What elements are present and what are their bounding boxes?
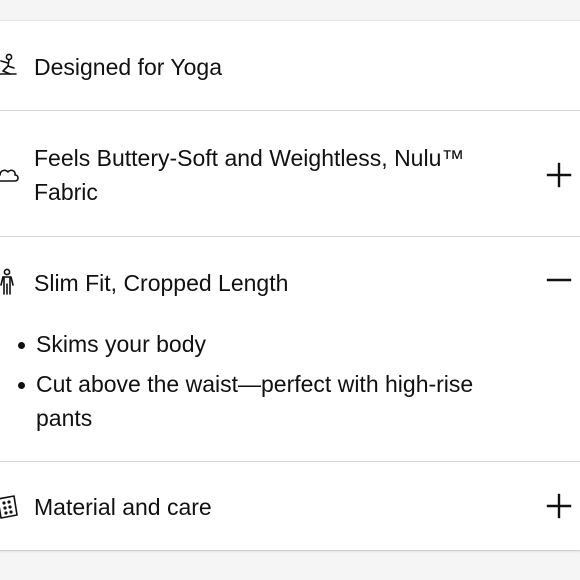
accordion-title: Designed for Yoga (34, 54, 222, 80)
yoga-pose-icon (0, 52, 20, 80)
expand-plus-icon[interactable] (546, 162, 572, 188)
accordion-item-fabric[interactable]: Feels Buttery-Soft and Weightless, Nulu™… (0, 111, 580, 237)
fabric-swatch-icon (0, 493, 20, 521)
accordion-item-designed-for-yoga: Designed for Yoga (0, 21, 580, 111)
accordion-item-material-care[interactable]: Material and care (0, 462, 580, 550)
detail-bullet: Skims your body (18, 327, 538, 361)
product-features-accordion: Designed for Yoga Feels Buttery-Soft and… (0, 20, 580, 551)
accordion-title: Slim Fit, Cropped Length (34, 270, 289, 296)
accordion-item-fit[interactable]: Slim Fit, Cropped Length Skims your body… (0, 237, 580, 462)
body-fit-icon (0, 268, 20, 296)
expand-plus-icon[interactable] (546, 493, 572, 519)
accordion-title: Material and care (34, 494, 212, 520)
cloud-icon (0, 161, 20, 189)
detail-bullet: Cut above the waist—perfect with high-ri… (18, 367, 516, 435)
collapse-minus-icon[interactable] (546, 267, 572, 293)
accordion-details-list: Skims your body Cut above the waist—perf… (18, 327, 538, 441)
accordion-title: Feels Buttery-Soft and Weightless, Nulu™… (34, 145, 465, 205)
